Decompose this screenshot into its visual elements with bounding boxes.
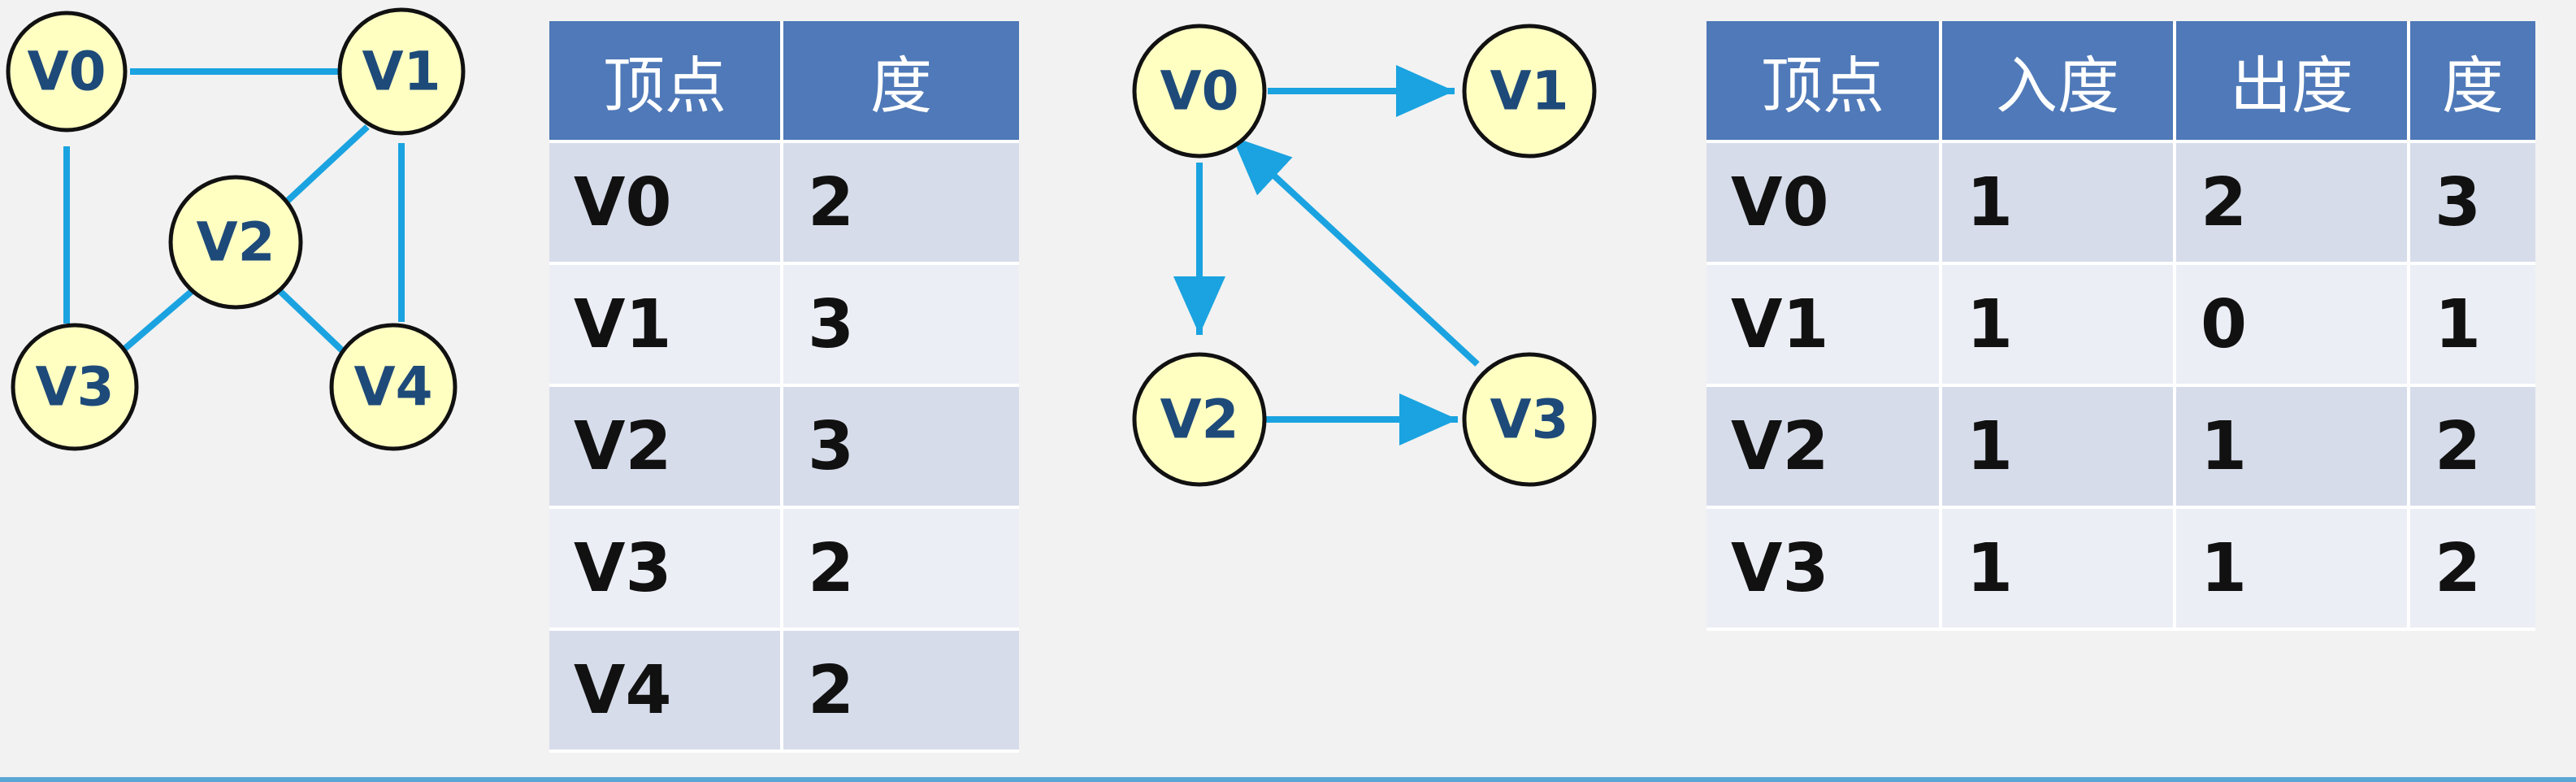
header-degree: 度 xyxy=(2409,21,2535,143)
cell-vertex: V1 xyxy=(1706,263,1942,387)
table-row: V1 1 0 1 xyxy=(1706,263,2535,387)
table-row: V3 1 1 2 xyxy=(1706,507,2535,631)
header-vertex: 顶点 xyxy=(549,21,783,143)
header-degree: 度 xyxy=(782,21,1019,143)
cell-vertex: V0 xyxy=(1706,141,1942,265)
cell-vertex: V0 xyxy=(549,141,783,265)
cell-in-degree: 1 xyxy=(1941,141,2176,265)
cell-in-degree: 1 xyxy=(1941,507,2176,631)
cell-vertex: V4 xyxy=(549,629,783,753)
svg-text:V3: V3 xyxy=(1490,389,1568,451)
svg-text:V1: V1 xyxy=(362,41,440,103)
degree-table: 顶点 度 V0 2 V1 3 V2 3 V3 2 V4 2 xyxy=(549,21,1019,753)
cell-vertex: V3 xyxy=(1706,507,1942,631)
cell-degree: 2 xyxy=(782,629,1019,753)
graph1-node-v1: V1 xyxy=(337,7,466,136)
cell-out-degree: 1 xyxy=(2175,507,2410,631)
graph2-node-v0: V0 xyxy=(1132,24,1267,159)
svg-text:V2: V2 xyxy=(1160,389,1238,451)
bottom-divider xyxy=(0,777,2576,782)
svg-text:V2: V2 xyxy=(196,211,275,274)
cell-vertex: V2 xyxy=(549,385,783,509)
svg-text:V0: V0 xyxy=(1160,60,1238,123)
svg-text:V4: V4 xyxy=(353,356,432,419)
table-row: V3 2 xyxy=(549,507,1019,631)
table-row: V0 2 xyxy=(549,141,1019,265)
header-in-degree: 入度 xyxy=(1941,21,2176,143)
table-row: V2 3 xyxy=(549,385,1019,509)
cell-degree: 3 xyxy=(782,385,1019,509)
edge-v1-v2 xyxy=(275,124,370,212)
cell-out-degree: 0 xyxy=(2175,263,2410,387)
cell-vertex: V3 xyxy=(549,507,783,631)
directed-degree-table: 顶点 入度 出度 度 V0 1 2 3 V1 1 0 1 V2 1 1 2 V3… xyxy=(1706,21,2535,631)
edge-v2-v4 xyxy=(271,282,347,355)
svg-text:V3: V3 xyxy=(35,356,114,419)
cell-degree: 2 xyxy=(2409,507,2535,631)
table-row: V2 1 1 2 xyxy=(1706,385,2535,509)
cell-vertex: V2 xyxy=(1706,385,1942,509)
graph2-node-v2: V2 xyxy=(1132,352,1267,487)
arrow-v3-to-v0 xyxy=(1229,134,1480,367)
directed-degree-table-header: 顶点 入度 出度 度 xyxy=(1706,21,2535,143)
cell-vertex: V1 xyxy=(549,263,783,387)
graph1-node-v3: V3 xyxy=(11,323,139,451)
svg-text:V0: V0 xyxy=(27,41,106,103)
cell-out-degree: 2 xyxy=(2175,141,2410,265)
edge-v2-v3 xyxy=(119,280,204,354)
cell-degree: 2 xyxy=(782,507,1019,631)
header-vertex: 顶点 xyxy=(1706,21,1942,143)
header-out-degree: 出度 xyxy=(2175,21,2410,143)
graph2-node-v3: V3 xyxy=(1462,352,1597,487)
graph1-node-v4: V4 xyxy=(329,323,458,451)
table-row: V1 3 xyxy=(549,263,1019,387)
graph1-node-v0: V0 xyxy=(6,11,128,133)
degree-table-header: 顶点 度 xyxy=(549,21,1019,143)
cell-degree: 1 xyxy=(2409,263,2535,387)
cell-out-degree: 1 xyxy=(2175,385,2410,509)
cell-degree: 2 xyxy=(782,141,1019,265)
graph2-node-v1: V1 xyxy=(1462,24,1597,159)
graph1-node-v2: V2 xyxy=(168,175,303,310)
cell-degree: 2 xyxy=(2409,385,2535,509)
cell-in-degree: 1 xyxy=(1941,263,2176,387)
table-row: V4 2 xyxy=(549,629,1019,753)
table-row: V0 1 2 3 xyxy=(1706,141,2535,265)
cell-degree: 3 xyxy=(782,263,1019,387)
svg-text:V1: V1 xyxy=(1490,60,1568,123)
cell-in-degree: 1 xyxy=(1941,385,2176,509)
cell-degree: 3 xyxy=(2409,141,2535,265)
